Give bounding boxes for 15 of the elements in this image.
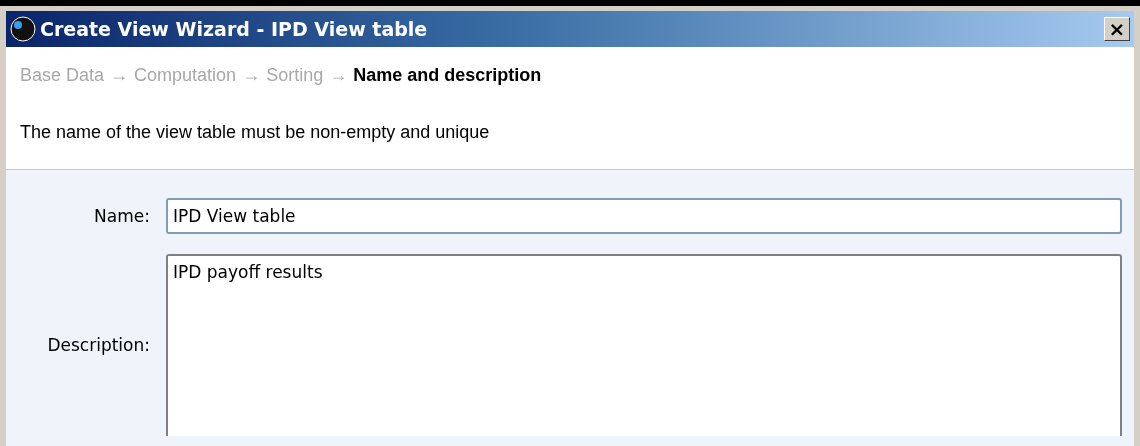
field-label: Description: xyxy=(47,335,150,355)
instruction-text: The name of the view table must be non-empty and unique xyxy=(20,122,491,143)
wizard-step: Base Data xyxy=(20,65,105,86)
step-arrow: → xyxy=(110,65,129,86)
window-title: Create View Wizard - IPD View table xyxy=(40,18,429,40)
name-field[interactable]: IPD View table xyxy=(166,198,1122,234)
app-logo-icon xyxy=(10,16,36,42)
step-arrow: → xyxy=(242,65,261,86)
field-label: Name: xyxy=(94,206,150,226)
description-field[interactable]: IPD payoff results xyxy=(166,254,1122,436)
wizard-step: Computation xyxy=(134,65,237,86)
close-button[interactable]: × xyxy=(1104,17,1130,41)
wizard-step: Name and description xyxy=(353,65,542,86)
wizard-step: Sorting xyxy=(266,65,324,86)
step-arrow: → xyxy=(329,65,348,86)
